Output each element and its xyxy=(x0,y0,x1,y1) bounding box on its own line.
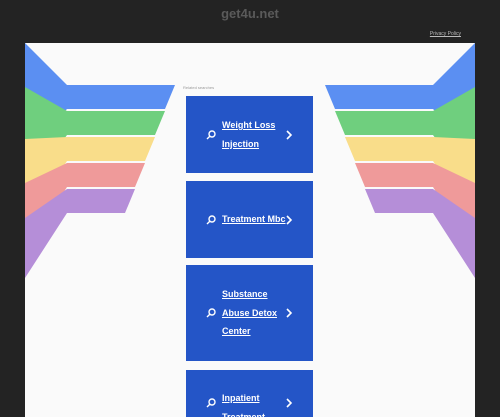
result-card-treatment-mbc[interactable]: Treatment Mbc xyxy=(186,181,313,258)
result-card-substance-abuse-detox-center[interactable]: Substance Abuse Detox Center xyxy=(186,265,313,361)
result-label: Weight Loss Injection xyxy=(222,120,276,149)
chevron-right-icon xyxy=(286,214,293,225)
result-label: Inpatient Treatment xyxy=(222,393,266,417)
result-label: Treatment Mbc xyxy=(222,214,286,225)
result-card-weight-loss-injection[interactable]: Weight Loss Injection xyxy=(186,96,313,173)
search-icon xyxy=(206,129,216,139)
result-card-inpatient-treatment[interactable]: Inpatient Treatment xyxy=(186,370,313,417)
site-title: get4u.net xyxy=(221,6,279,21)
search-icon xyxy=(206,308,216,318)
privacy-policy-link[interactable]: Privacy Policy xyxy=(430,31,461,37)
result-label: Substance Abuse Detox Center xyxy=(222,289,278,337)
main-panel: Related searches Weight Loss Injection T… xyxy=(25,43,475,417)
chevron-right-icon xyxy=(286,398,293,408)
chevron-right-icon xyxy=(286,129,293,140)
search-icon xyxy=(206,398,216,408)
search-icon xyxy=(206,214,216,224)
chevron-right-icon xyxy=(286,308,293,318)
related-searches-label: Related searches xyxy=(183,85,215,90)
